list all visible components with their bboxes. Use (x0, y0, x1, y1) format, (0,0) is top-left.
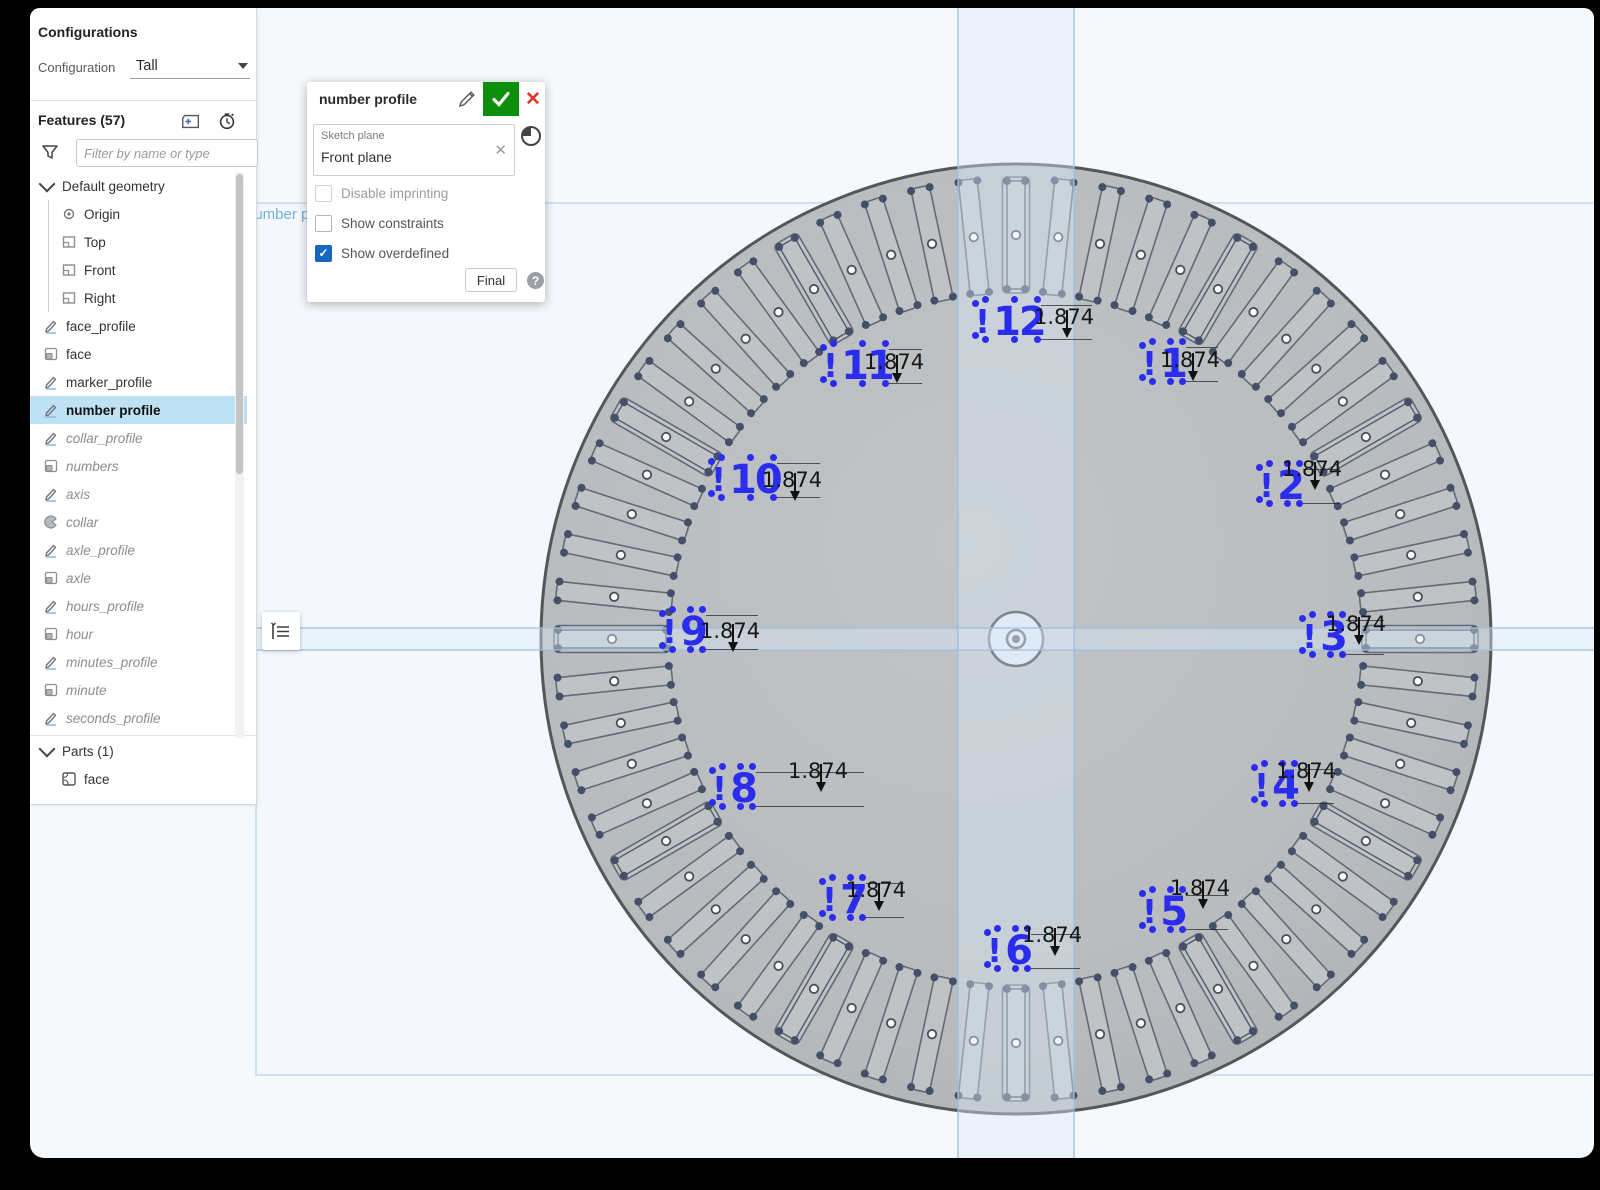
feature-row-face[interactable]: face (30, 340, 247, 368)
feature-row-Top[interactable]: Top (30, 228, 265, 256)
dimension-label[interactable]: 1.874 (1326, 612, 1386, 636)
panel-scrollbar[interactable] (235, 172, 244, 738)
feature-row-hour[interactable]: hour (30, 620, 247, 648)
sketch-icon (42, 373, 60, 391)
extrude-icon (42, 625, 60, 643)
sketch-dialog: number profile ✕ Sketch plane Front plan… (307, 82, 545, 302)
sketch-icon (42, 597, 60, 615)
plane-icon (60, 233, 78, 251)
configuration-select[interactable]: Tall (130, 56, 250, 79)
configuration-value: Tall (136, 58, 158, 74)
feature-row-axis[interactable]: axis (30, 480, 247, 508)
filter-icon[interactable] (40, 142, 60, 162)
dimension-label[interactable]: 1.874 (1034, 305, 1094, 329)
clock-icon[interactable] (519, 124, 543, 148)
dimension-label[interactable]: 1.874 (1170, 876, 1230, 900)
list-icon (270, 620, 292, 642)
clear-selection-icon[interactable]: ✕ (494, 141, 507, 159)
dimension-label[interactable]: 1.874 (1160, 348, 1220, 372)
part-row-face[interactable]: face (30, 765, 265, 793)
dimension-label[interactable]: 1.874 (1022, 923, 1082, 947)
canvas-viewport[interactable] (30, 8, 1594, 1158)
new-folder-icon[interactable] (180, 111, 202, 131)
feature-row-axle[interactable]: axle (30, 564, 247, 592)
dimension-label[interactable]: 1.874 (1282, 457, 1342, 481)
feature-row-Right[interactable]: Right (30, 284, 265, 312)
configurations-title: Configurations (38, 24, 138, 40)
dimension-list-button[interactable] (262, 612, 300, 650)
feature-row-minute[interactable]: minute (30, 676, 247, 704)
accept-button[interactable] (483, 82, 519, 116)
app-window: number profile !121.874!11.874!21.874!31… (30, 8, 1594, 1158)
feature-row-axle_profile[interactable]: axle_profile (30, 536, 247, 564)
revolve-icon (42, 513, 60, 531)
part-icon (60, 770, 78, 788)
extrude-icon (42, 681, 60, 699)
chevron-icon (38, 177, 56, 195)
sketch-icon (42, 429, 60, 447)
feature-row-collar_profile[interactable]: collar_profile (30, 424, 247, 452)
feature-row-Default-geometry[interactable]: Default geometry (30, 172, 243, 200)
feature-row-hours_profile[interactable]: hours_profile (30, 592, 247, 620)
sketch-icon (42, 317, 60, 335)
feature-row-Origin[interactable]: Origin (30, 200, 265, 228)
checkbox-show-overdefined[interactable]: ✓Show overdefined (315, 242, 537, 264)
help-icon[interactable]: ? (527, 272, 544, 289)
chevron-down-icon (238, 63, 248, 69)
sketch-plane-field-label: Sketch plane (321, 130, 385, 142)
configuration-label: Configuration (38, 60, 115, 75)
origin-icon (60, 205, 78, 223)
checkbox-disable-imprinting[interactable]: Disable imprinting (315, 182, 537, 204)
extrude-icon (42, 345, 60, 363)
final-button[interactable]: Final (465, 268, 517, 292)
sketch-icon (42, 401, 60, 419)
plane-icon (60, 261, 78, 279)
feature-row-Front[interactable]: Front (30, 256, 265, 284)
dimension-label[interactable]: 1.874 (762, 468, 822, 492)
feature-row-number-profile[interactable]: number profile (30, 396, 247, 424)
sketch-dialog-title: number profile (319, 91, 417, 107)
feature-panel: Configurations Configuration Tall Featur… (30, 8, 257, 805)
feature-row-face_profile[interactable]: face_profile (30, 312, 247, 340)
sketch-plane-field[interactable]: Sketch plane Front plane ✕ (313, 124, 515, 176)
sketch-icon (42, 541, 60, 559)
filter-input[interactable] (76, 139, 258, 167)
history-icon[interactable] (216, 111, 238, 131)
feature-row-collar[interactable]: collar (30, 508, 247, 536)
features-title: Features (57) (38, 112, 125, 128)
sketch-plane-field-value: Front plane (321, 149, 392, 165)
checkbox-show-constraints[interactable]: Show constraints (315, 212, 537, 234)
extrude-icon (42, 569, 60, 587)
parts-title: Parts (1) (62, 744, 114, 759)
parts-section-header[interactable]: Parts (1) (30, 737, 243, 765)
dimension-label[interactable]: 1.874 (788, 759, 848, 783)
extrude-icon (42, 457, 60, 475)
dimension-label[interactable]: 1.874 (1276, 759, 1336, 783)
dimension-label[interactable]: 1.874 (700, 619, 760, 643)
sketch-icon (42, 485, 60, 503)
dimension-label[interactable]: 1.874 (846, 878, 906, 902)
sketch-icon (42, 653, 60, 671)
feature-row-numbers[interactable]: numbers (30, 452, 247, 480)
sketch-number-8[interactable]: !8 (712, 768, 756, 810)
feature-row-seconds_profile[interactable]: seconds_profile (30, 704, 247, 732)
feature-row-marker_profile[interactable]: marker_profile (30, 368, 247, 396)
chevron-down-icon (39, 741, 56, 758)
rename-pencil-icon[interactable] (457, 89, 477, 109)
sketch-icon (42, 709, 60, 727)
feature-row-minutes_profile[interactable]: minutes_profile (30, 648, 247, 676)
dimension-label[interactable]: 1.874 (864, 350, 924, 374)
part-label: face (84, 772, 110, 787)
check-icon (491, 89, 511, 109)
plane-icon (60, 289, 78, 307)
cancel-button[interactable]: ✕ (521, 87, 545, 111)
